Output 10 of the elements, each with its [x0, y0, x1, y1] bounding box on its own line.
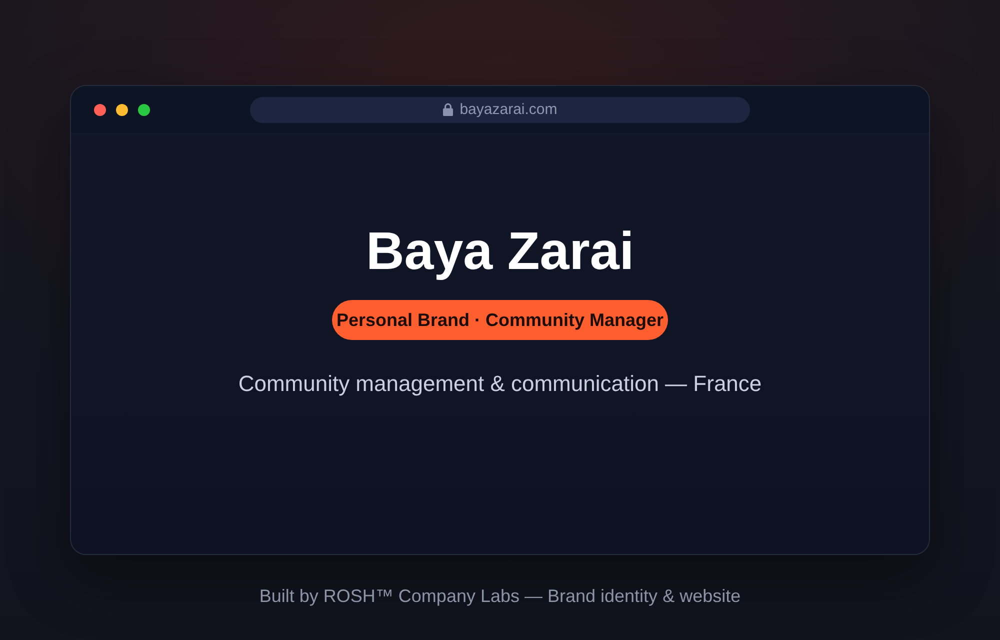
- url-text: bayazarai.com: [460, 100, 558, 118]
- lock-icon: [442, 102, 453, 116]
- hero-title: Baya Zarai: [366, 222, 634, 282]
- tagline-text: Community management & communication — France: [238, 371, 762, 397]
- window-control-dot-icon[interactable]: [138, 104, 150, 116]
- window-control-dot-icon[interactable]: [116, 104, 128, 116]
- footer-credit: Built by ROSH™ Company Labs — Brand identity & website: [259, 585, 741, 607]
- address-bar[interactable]: bayazarai.com: [250, 96, 750, 122]
- role-badge: Personal Brand · Community Manager: [332, 300, 668, 340]
- window-control-dot-icon[interactable]: [94, 104, 106, 116]
